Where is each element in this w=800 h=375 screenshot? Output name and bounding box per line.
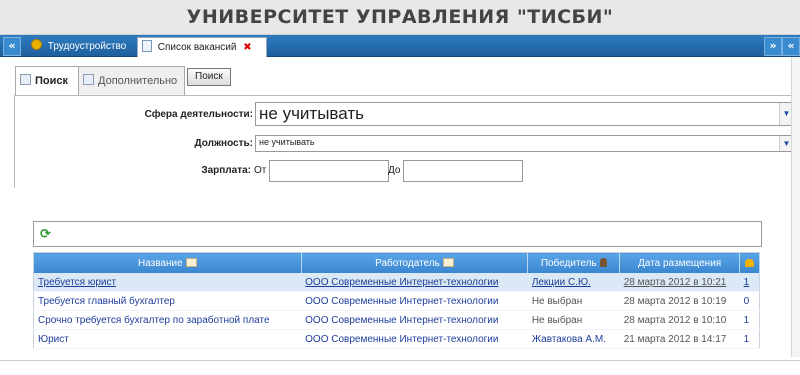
tab-additional-label: Дополнительно bbox=[98, 75, 178, 87]
app-title: УНИВЕРСИТЕТ УПРАВЛЕНИЯ "ТИСБИ" bbox=[186, 6, 614, 28]
date-cell: 28 марта 2012 в 10:19 bbox=[623, 295, 727, 307]
building-icon bbox=[442, 257, 454, 267]
tab-employment-label: Трудоустройство bbox=[47, 41, 127, 52]
col-count-header[interactable] bbox=[739, 252, 760, 273]
scroll-tabs-right-button[interactable]: » bbox=[764, 37, 782, 56]
vacancy-title-link[interactable]: Юрист bbox=[38, 334, 69, 345]
position-select[interactable]: не учитывать ▼ bbox=[255, 135, 794, 152]
refresh-icon[interactable]: ⟳ bbox=[40, 227, 51, 242]
employer-link[interactable]: ООО Современные Интернет-технологии bbox=[305, 277, 498, 288]
col-title-header[interactable]: Название bbox=[33, 252, 302, 273]
search-form: Сфера деятельности: не учитывать ▼ Должн… bbox=[14, 95, 795, 188]
winner-link[interactable]: Жавтакова А.М. bbox=[532, 334, 606, 345]
search-form-icon bbox=[20, 74, 31, 85]
count-link[interactable]: 1 bbox=[744, 315, 750, 326]
salary-to-input[interactable] bbox=[403, 160, 523, 182]
winner-text: Не выбран bbox=[531, 295, 583, 307]
card-icon bbox=[185, 257, 197, 267]
salary-from-input[interactable] bbox=[269, 160, 389, 182]
date-cell: 21 марта 2012 в 14:17 bbox=[623, 333, 727, 345]
page-scrollbar[interactable] bbox=[791, 57, 800, 357]
col-date-label: Дата размещения bbox=[638, 257, 722, 269]
table-row[interactable]: Юрист ООО Современные Интернет-технологи… bbox=[33, 329, 760, 349]
count-link[interactable]: 1 bbox=[744, 277, 750, 288]
document-icon bbox=[142, 40, 152, 52]
col-employer-header[interactable]: Работодатель bbox=[301, 252, 529, 273]
vacancies-table: Название Работодатель Победитель Дата ра… bbox=[33, 252, 760, 349]
table-row[interactable]: Срочно требуется бухгалтер по заработной… bbox=[33, 310, 760, 330]
date-cell: 28 марта 2012 в 10:21 bbox=[623, 276, 727, 288]
grid-icon bbox=[83, 74, 94, 85]
tab-search[interactable]: Поиск bbox=[15, 66, 79, 96]
count-link[interactable]: 1 bbox=[744, 334, 750, 345]
table-row[interactable]: Требуется юрист ООО Современные Интернет… bbox=[33, 273, 760, 292]
col-title-label: Название bbox=[137, 257, 183, 269]
sphere-select[interactable]: не учитывать ▼ bbox=[255, 102, 794, 126]
winner-text: Не выбран bbox=[531, 314, 583, 326]
search-button[interactable]: Поиск bbox=[187, 68, 231, 86]
tab-vacancies-label: Список вакансий bbox=[157, 42, 237, 53]
bell-icon bbox=[745, 258, 755, 267]
divider bbox=[0, 360, 800, 361]
employer-link[interactable]: ООО Современные Интернет-технологии bbox=[305, 315, 498, 326]
position-label: Должность: bbox=[194, 138, 253, 149]
close-tab-icon[interactable]: ✖ bbox=[243, 42, 251, 53]
tab-bar: « Трудоустройство Список вакансий ✖ » « bbox=[0, 35, 800, 57]
tab-employment[interactable]: Трудоустройство bbox=[27, 37, 138, 56]
date-cell: 28 марта 2012 в 10:10 bbox=[623, 314, 727, 326]
table-header-row: Название Работодатель Победитель Дата ра… bbox=[33, 252, 760, 273]
col-winner-label: Победитель bbox=[540, 257, 597, 269]
employer-link[interactable]: ООО Современные Интернет-технологии bbox=[305, 334, 498, 345]
salary-label: Зарплата: bbox=[201, 165, 251, 176]
col-employer-label: Работодатель bbox=[375, 257, 440, 269]
grid-toolbar: ⟳ bbox=[33, 221, 762, 247]
table-row[interactable]: Требуется главный бухгалтер ООО Современ… bbox=[33, 291, 760, 311]
salary-to-label: До bbox=[388, 165, 401, 176]
col-date-header[interactable]: Дата размещения bbox=[619, 252, 741, 273]
vacancy-title-link[interactable]: Требуется юрист bbox=[38, 277, 116, 288]
col-winner-header[interactable]: Победитель bbox=[527, 252, 621, 273]
tab-vacancies[interactable]: Список вакансий ✖ bbox=[137, 37, 267, 57]
app-header: УНИВЕРСИТЕТ УПРАВЛЕНИЯ "ТИСБИ" bbox=[0, 0, 800, 35]
salary-from-label: От bbox=[254, 165, 267, 176]
winner-link[interactable]: Лекции С.Ю. bbox=[532, 277, 591, 288]
scroll-tabs-left-button[interactable]: « bbox=[3, 37, 21, 56]
person-icon bbox=[599, 257, 607, 267]
sphere-label: Сфера деятельности: bbox=[144, 109, 253, 120]
position-value: не учитывать bbox=[259, 137, 315, 147]
count-link[interactable]: 0 bbox=[744, 296, 750, 307]
sphere-value: не учитывать bbox=[259, 104, 364, 123]
vacancy-title-link[interactable]: Требуется главный бухгалтер bbox=[38, 296, 175, 307]
employer-link[interactable]: ООО Современные Интернет-технологии bbox=[305, 296, 498, 307]
collapse-tabs-button[interactable]: « bbox=[782, 37, 800, 56]
tab-search-label: Поиск bbox=[35, 75, 69, 87]
tab-additional[interactable]: Дополнительно bbox=[78, 66, 185, 96]
medal-icon bbox=[31, 39, 42, 50]
vacancy-title-link[interactable]: Срочно требуется бухгалтер по заработной… bbox=[38, 315, 270, 326]
